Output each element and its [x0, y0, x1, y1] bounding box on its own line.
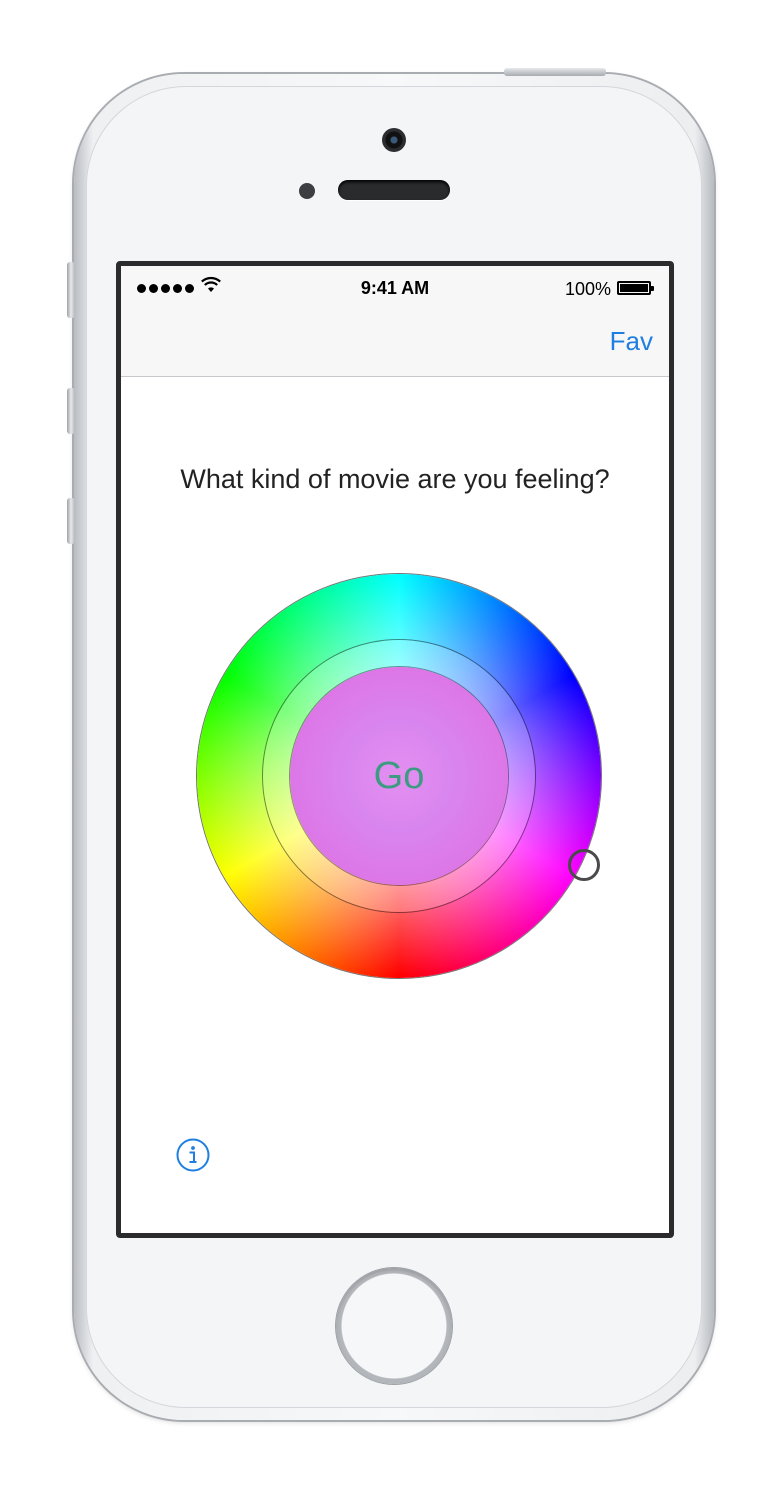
status-bar: 9:41 AM 100% [121, 266, 669, 310]
info-icon[interactable] [176, 1138, 210, 1172]
go-button[interactable]: Go [290, 667, 508, 885]
earpiece-speaker [338, 180, 450, 200]
front-camera [382, 128, 406, 152]
go-label: Go [373, 754, 425, 797]
question-text: What kind of movie are you feeling? [180, 464, 610, 494]
battery-percent: 100% [564, 279, 611, 299]
mute-switch [67, 262, 75, 318]
fav-button[interactable]: Fav [610, 326, 653, 357]
color-wheel[interactable]: Go [197, 574, 601, 978]
volume-down-button [67, 498, 75, 544]
sleep-wake-button [504, 68, 606, 76]
color-picker-handle[interactable] [568, 849, 600, 881]
navigation-bar: Fav [121, 310, 669, 377]
home-button[interactable] [336, 1268, 452, 1384]
battery-icon [617, 281, 654, 295]
app-screen: 9:41 AM 100% Fav What kind of movie are … [116, 261, 674, 1238]
proximity-sensor [299, 183, 315, 199]
volume-up-button [67, 388, 75, 434]
